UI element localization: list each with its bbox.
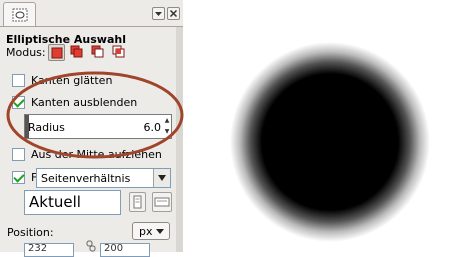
panel-scrollbar[interactable]	[176, 27, 183, 252]
position-x-input[interactable]: 232	[24, 243, 74, 257]
unit-select[interactable]: px	[132, 222, 170, 240]
position-label: Position:	[7, 226, 54, 239]
position-x-value: 232	[28, 243, 48, 254]
smooth-edges-checkbox[interactable]	[12, 74, 25, 87]
portrait-button[interactable]	[129, 192, 146, 212]
fixed-mode-value: Seitenverhältnis	[41, 172, 131, 185]
fixed-checkbox[interactable]	[12, 171, 25, 184]
unit-value: px	[139, 225, 153, 238]
mode-replace-icon	[51, 47, 63, 59]
tool-options-panel: Elliptische Auswahl Modus: Kanten glätte…	[0, 0, 183, 257]
mode-subtract-button[interactable]	[90, 44, 107, 61]
dock-menu-icon	[155, 12, 162, 16]
close-button[interactable]	[167, 7, 180, 20]
chevron-down-icon	[156, 229, 164, 234]
radius-label: Radius	[28, 121, 65, 134]
expand-from-center-label: Aus der Mitte aufziehen	[31, 148, 162, 161]
mode-add-icon	[70, 45, 83, 58]
tool-tab-icon	[12, 8, 28, 22]
aspect-ratio-input[interactable]: Aktuell	[24, 190, 121, 215]
landscape-button[interactable]	[152, 192, 172, 212]
mode-intersect-icon	[112, 45, 125, 58]
position-y-value: 200	[104, 243, 124, 254]
mode-add-button[interactable]	[69, 44, 86, 61]
landscape-icon	[154, 197, 170, 207]
mode-replace-button[interactable]	[48, 44, 65, 61]
close-icon	[169, 9, 178, 18]
smooth-edges-label: Kanten glätten	[31, 74, 113, 87]
tool-options-tab[interactable]	[3, 2, 36, 27]
feather-edges-checkbox[interactable]	[12, 96, 25, 109]
feather-edges-label: Kanten ausblenden	[31, 96, 138, 109]
mode-intersect-button[interactable]	[111, 44, 128, 61]
dock-menu-button[interactable]	[152, 7, 165, 20]
mode-label: Modus:	[6, 46, 46, 59]
position-y-input[interactable]: 200	[100, 243, 150, 257]
radius-slider[interactable]: Radius 6.0 ▲ ▼	[24, 114, 172, 139]
aspect-ratio-value: Aktuell	[29, 193, 81, 211]
mode-subtract-icon	[91, 45, 104, 58]
chain-icon[interactable]	[85, 240, 97, 252]
expand-from-center-checkbox[interactable]	[12, 148, 25, 161]
tool-title: Elliptische Auswahl	[6, 33, 126, 46]
radius-spin-buttons[interactable]: ▲ ▼	[163, 115, 171, 138]
radius-value: 6.0	[143, 121, 162, 134]
feathered-ellipse-preview	[230, 42, 430, 242]
image-canvas[interactable]	[183, 0, 450, 252]
chevron-down-icon[interactable]	[153, 169, 170, 187]
tab-separator	[0, 26, 183, 27]
fixed-mode-select[interactable]: Seitenverhältnis	[36, 168, 171, 188]
portrait-icon	[133, 195, 142, 209]
